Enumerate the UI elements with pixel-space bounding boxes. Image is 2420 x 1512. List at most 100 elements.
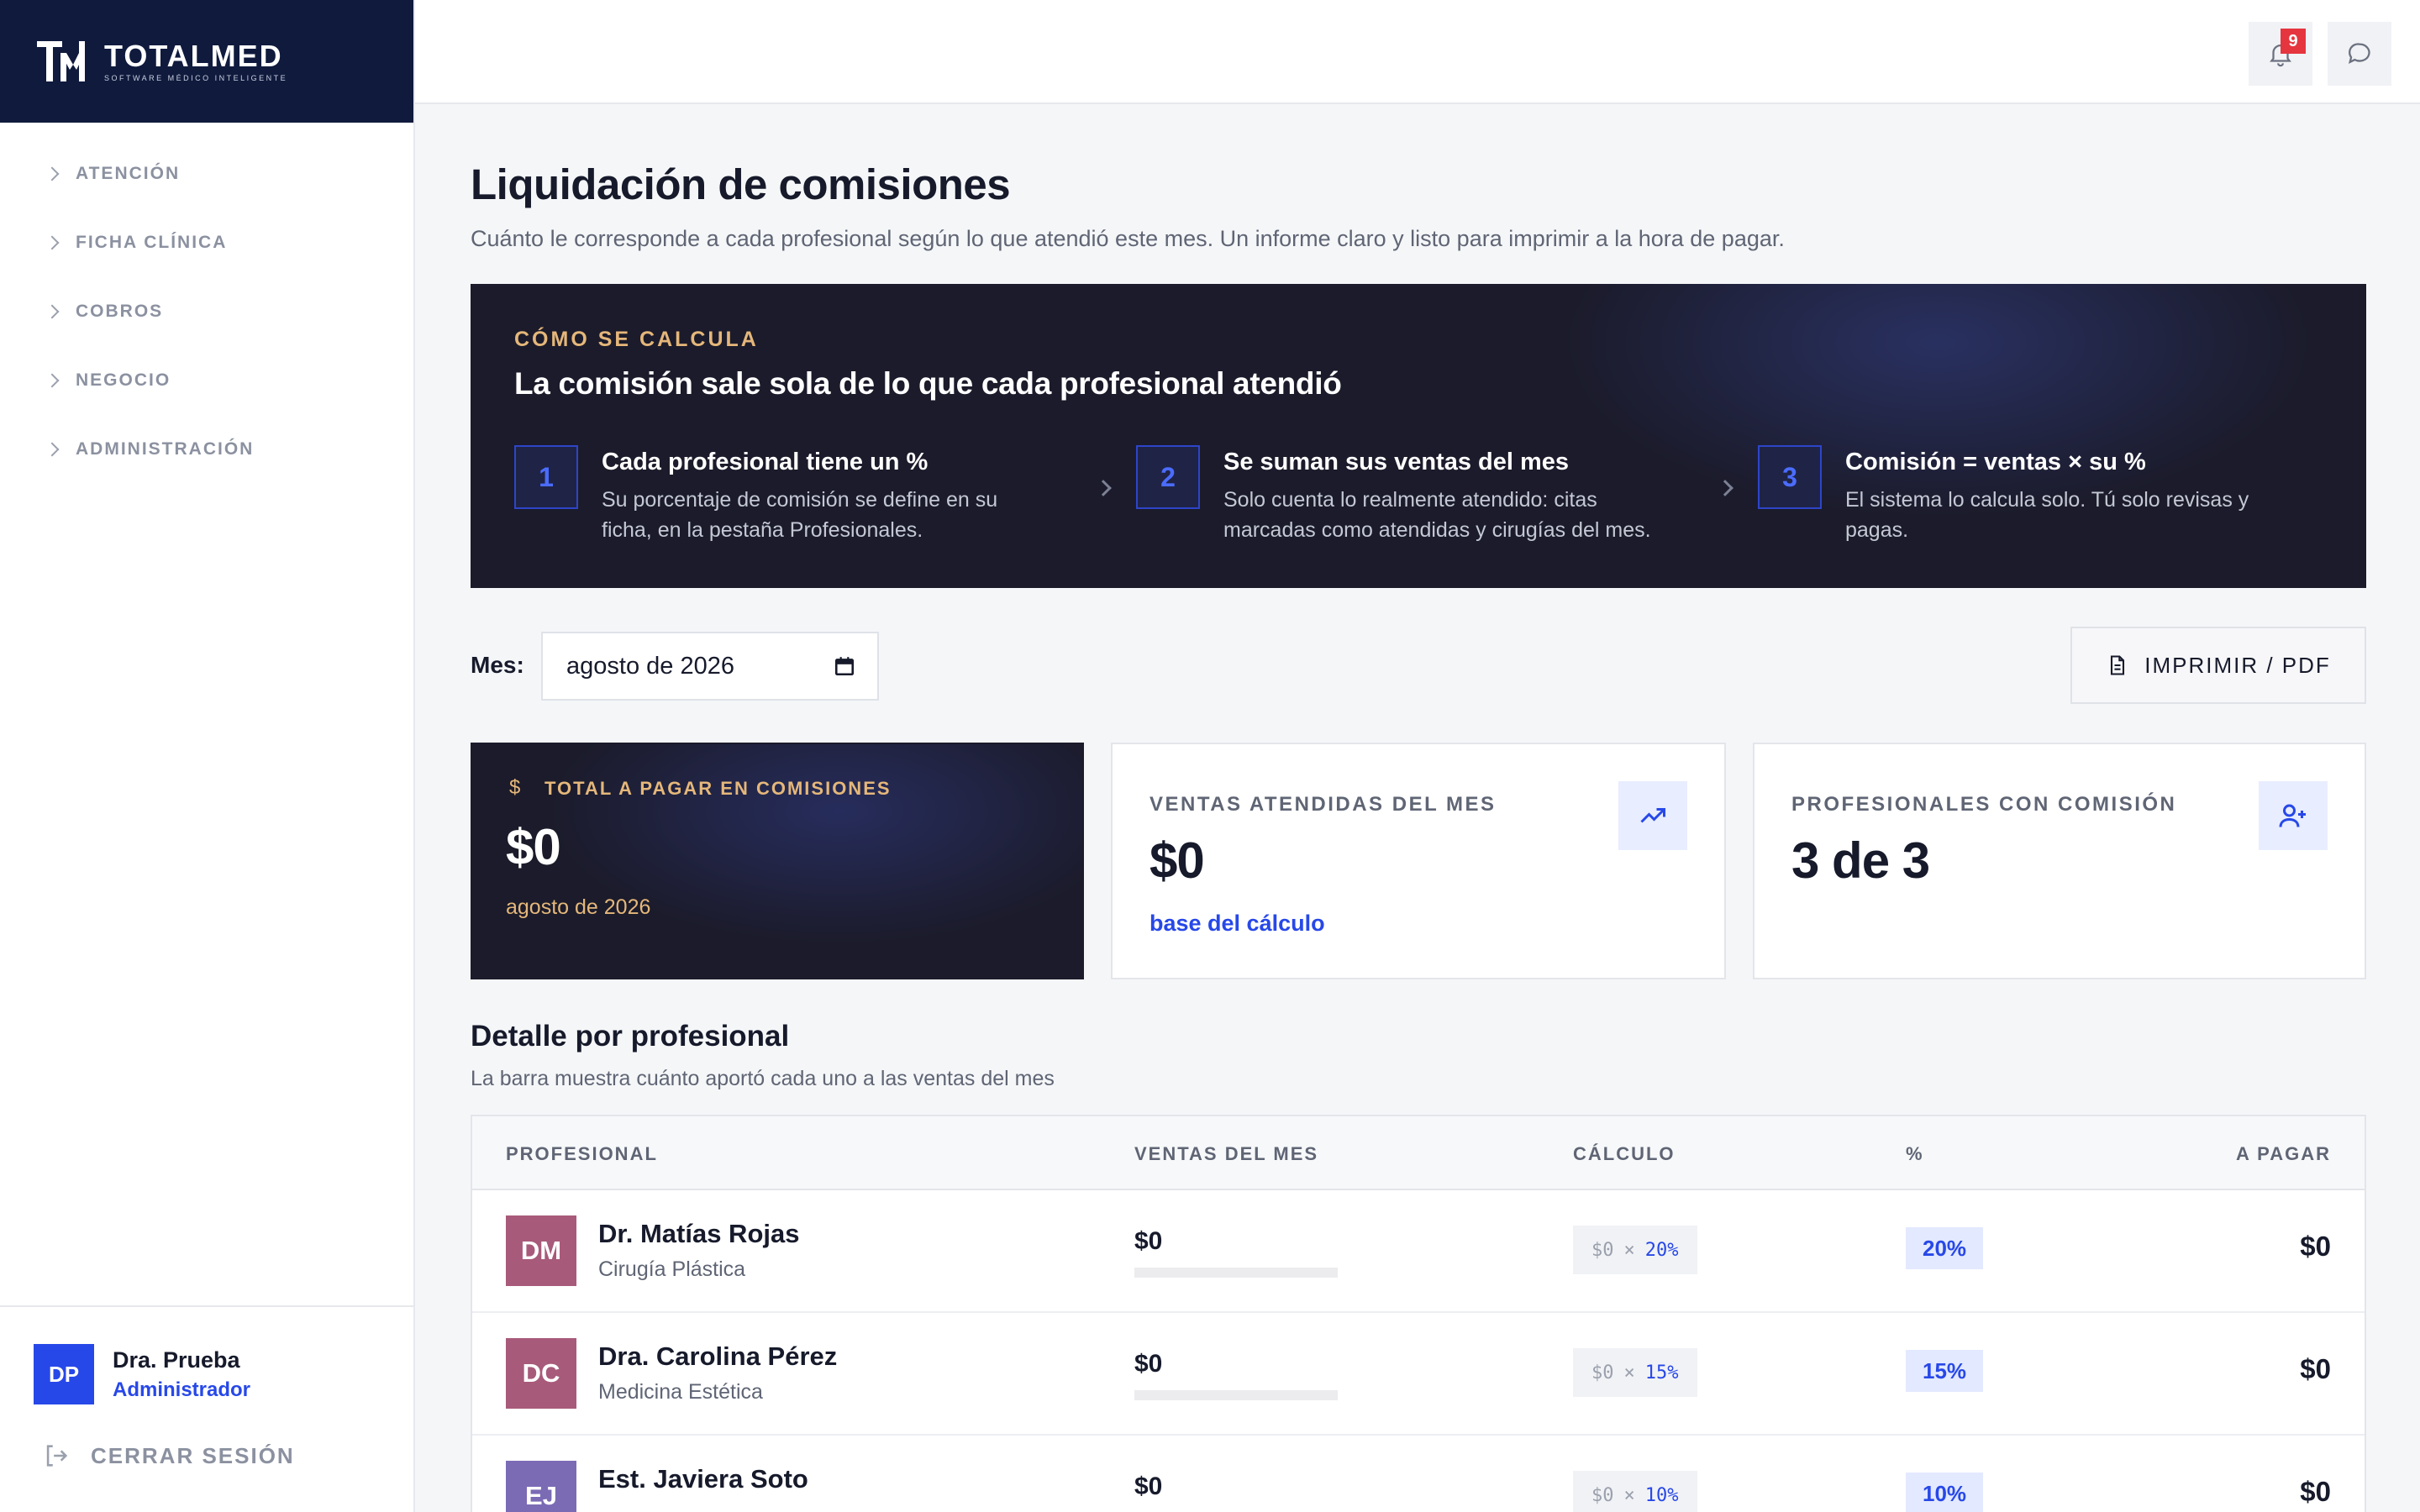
chevron-right-icon <box>45 166 60 181</box>
user-profile[interactable]: DP Dra. Prueba Administrador <box>34 1344 250 1404</box>
step-description: Su porcentaje de comisión se define en s… <box>602 488 998 542</box>
calc-times: × <box>1623 1239 1635 1261</box>
how-eyebrow: CÓMO SE CALCULA <box>514 328 759 351</box>
sidebar-item-cobros[interactable]: COBROS <box>0 277 413 346</box>
sidebar-item-label: ATENCIÓN <box>76 164 181 183</box>
card-monthly-sales: VENTAS ATENDIDAS DEL MES $0 base del cál… <box>1111 743 1726 979</box>
table-body: DM Dr. Matías Rojas Cirugía Plástica $0 $0 × 2… <box>472 1190 2365 1512</box>
step-2: 2 Se suman sus ventas del mes Solo cuent… <box>1136 445 1674 545</box>
sidebar-item-administracion[interactable]: ADMINISTRACIÓN <box>0 415 413 484</box>
chevron-right-icon <box>45 304 60 319</box>
sidebar-item-label: ADMINISTRACIÓN <box>76 439 255 459</box>
chat-bubble-icon <box>2348 43 2370 65</box>
step-number: 2 <box>1136 445 1200 509</box>
logout-label: CERRAR SESIÓN <box>91 1442 295 1468</box>
user-role: Administrador <box>113 1378 251 1401</box>
calc-percent: 10% <box>1644 1484 1679 1506</box>
professional-specialty: Cirugía Plástica <box>598 1257 746 1281</box>
commissions-table: PROFESIONAL VENTAS DEL MES CÁLCULO % A P… <box>471 1115 2366 1512</box>
brand-logo[interactable]: TOTALMED SOFTWARE MÉDICO INTELIGENTE <box>0 0 413 123</box>
detail-subtitle: La barra muestra cuánto aportó cada uno … <box>471 1067 1055 1090</box>
amount-to-pay: $0 <box>2300 1353 2331 1384</box>
step-3: 3 Comisión = ventas × su % El sistema lo… <box>1758 445 2296 545</box>
step-description: Solo cuenta lo realmente atendido: citas… <box>1223 488 1651 542</box>
month-label: Mes: <box>471 652 524 678</box>
avatar: DC <box>506 1338 576 1409</box>
notification-badge: 9 <box>2281 29 2306 54</box>
print-pdf-button[interactable]: IMPRIMIR / PDF <box>2070 627 2366 704</box>
sidebar-item-atencion[interactable]: ATENCIÓN <box>0 139 413 208</box>
document-icon <box>2111 655 2125 675</box>
amount-to-pay: $0 <box>2300 1476 2331 1507</box>
sidebar-item-label: FICHA CLÍNICA <box>76 233 228 252</box>
month-picker[interactable]: agosto de 2026 <box>541 632 879 701</box>
card-label: TOTAL A PAGAR EN COMISIONES <box>544 778 892 799</box>
table-row[interactable]: DM Dr. Matías Rojas Cirugía Plástica $0 $0 × 2… <box>472 1190 2365 1313</box>
logo-mark-icon <box>35 38 96 85</box>
card-value: 3 de 3 <box>1791 832 1930 889</box>
calc-base: $0 <box>1591 1239 1614 1261</box>
dollar-icon: $ <box>509 776 521 799</box>
how-title: La comisión sale sola de lo que cada pro… <box>514 366 1342 401</box>
avatar: EJ <box>506 1461 576 1512</box>
avatar: DM <box>506 1215 576 1286</box>
logout-icon <box>46 1445 68 1467</box>
filter-row: Mes: agosto de 2026 IMPRIMIR / PDF <box>471 627 2366 704</box>
step-title: Cada profesional tiene un % <box>602 449 929 475</box>
page-subtitle: Cuánto le corresponde a cada profesional… <box>471 226 1785 251</box>
sidebar: TOTALMED SOFTWARE MÉDICO INTELIGENTE ATE… <box>0 0 415 1512</box>
topbar: 9 <box>415 0 2420 104</box>
chevron-right-icon <box>1095 480 1112 496</box>
how-it-works-panel: CÓMO SE CALCULA La comisión sale sola de… <box>471 284 2366 588</box>
professional-name: Dra. Carolina Pérez <box>598 1341 838 1371</box>
table-row[interactable]: EJ Est. Javiera Soto $0 $0 × 10% 10% $0 <box>472 1436 2365 1512</box>
percent-badge: 15% <box>1906 1350 1984 1392</box>
user-plus-icon <box>2259 781 2328 850</box>
monthly-sales: $0 <box>1134 1227 1163 1255</box>
detail-title: Detalle por profesional <box>471 1020 790 1053</box>
step-title: Se suman sus ventas del mes <box>1223 449 1570 475</box>
calc-base: $0 <box>1591 1484 1614 1506</box>
card-professionals: PROFESIONALES CON COMISIÓN 3 de 3 <box>1753 743 2366 979</box>
column-header[interactable]: A PAGAR <box>2236 1143 2331 1165</box>
monthly-sales: $0 <box>1134 1350 1163 1378</box>
avatar: DP <box>34 1344 94 1404</box>
notifications-button[interactable]: 9 <box>2249 22 2312 86</box>
messages-button[interactable] <box>2328 22 2391 86</box>
card-label: VENTAS ATENDIDAS DEL MES <box>1150 793 1497 816</box>
column-header[interactable]: % <box>1906 1143 1924 1165</box>
user-name: Dra. Prueba <box>113 1347 240 1373</box>
logout-button[interactable]: CERRAR SESIÓN <box>42 1441 295 1470</box>
page-title: Liquidación de comisiones <box>471 160 1011 208</box>
calc-percent: 20% <box>1644 1239 1679 1261</box>
sidebar-item-label: COBROS <box>76 302 164 321</box>
card-value: $0 <box>506 819 561 875</box>
calc-times: × <box>1623 1484 1635 1506</box>
chevron-right-icon <box>1717 480 1733 496</box>
calculation-chip: $0 × 10% <box>1573 1471 1697 1512</box>
sidebar-item-ficha-clinica[interactable]: FICHA CLÍNICA <box>0 208 413 277</box>
brand-name: TOTALMED <box>104 39 283 73</box>
percent-badge: 10% <box>1906 1473 1984 1512</box>
card-value: $0 <box>1150 832 1205 889</box>
chevron-right-icon <box>45 235 60 250</box>
calc-percent: 15% <box>1644 1362 1679 1383</box>
card-link[interactable]: base del cálculo <box>1150 911 1325 937</box>
percent-badge: 20% <box>1906 1227 1984 1269</box>
card-label: PROFESIONALES CON COMISIÓN <box>1791 793 2177 816</box>
sidebar-item-label: NEGOCIO <box>76 370 171 390</box>
amount-to-pay: $0 <box>2300 1231 2331 1262</box>
table-row[interactable]: DC Dra. Carolina Pérez Medicina Estética $0… <box>472 1313 2365 1436</box>
step-1: 1 Cada profesional tiene un % Su porcent… <box>514 445 1052 545</box>
professional-name: Est. Javiera Soto <box>598 1464 808 1494</box>
calc-times: × <box>1623 1362 1635 1383</box>
column-header[interactable]: PROFESIONAL <box>506 1143 658 1165</box>
trending-up-icon <box>1618 781 1687 850</box>
month-value: agosto de 2026 <box>566 652 734 680</box>
calendar-icon[interactable] <box>834 655 855 677</box>
column-header[interactable]: VENTAS DEL MES <box>1134 1143 1318 1165</box>
monthly-sales: $0 <box>1134 1473 1163 1500</box>
column-header[interactable]: CÁLCULO <box>1573 1143 1676 1165</box>
sidebar-item-negocio[interactable]: NEGOCIO <box>0 346 413 415</box>
summary-cards: $ TOTAL A PAGAR EN COMISIONES $0 agosto … <box>471 743 2366 979</box>
